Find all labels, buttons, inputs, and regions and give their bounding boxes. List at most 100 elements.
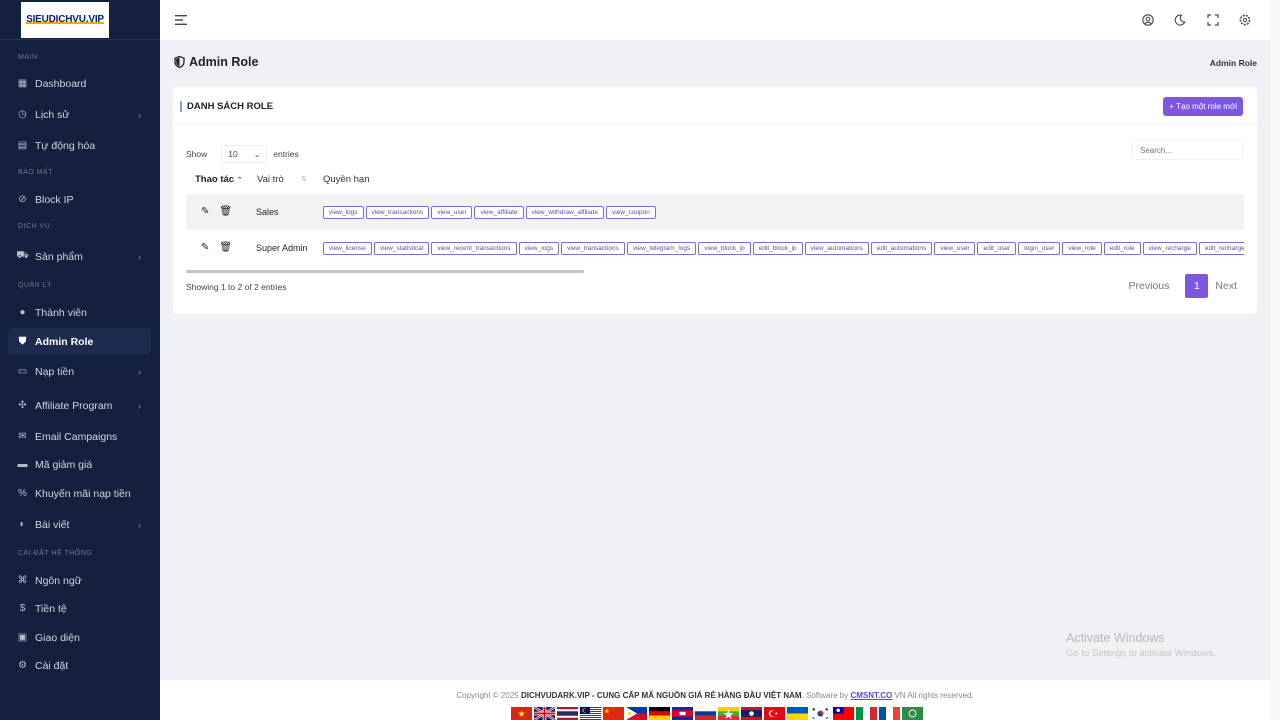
permission-tag: view_recharge [1142, 242, 1197, 255]
create-role-button[interactable]: + Tạo một role mới [1163, 97, 1243, 116]
sidebar-item-products[interactable]: ⛟ Sản phẩm › [8, 243, 151, 270]
footer-copyright: Copyright © 2025 DICHVUDARK.VIP - CUNG C… [160, 691, 1270, 700]
flag-thailand-icon[interactable] [557, 707, 578, 720]
sidebar-item-history[interactable]: ◷ Lịch sử › [8, 101, 151, 128]
section-security: BẢO MẬT [18, 169, 54, 176]
flag-philippines-icon[interactable] [626, 707, 647, 720]
sidebar-item-coupon[interactable]: ▬ Mã giảm giá [8, 451, 151, 478]
sidebar-item-automation[interactable]: ▤ Tự động hóa [8, 132, 151, 159]
flag-korea-icon[interactable] [810, 707, 831, 720]
flag-uk-icon[interactable] [534, 707, 555, 720]
sidebar-item-recharge[interactable]: ▭ Nạp tiền › [8, 358, 151, 385]
logo[interactable]: SIEUDICHVU.VIP [21, 1, 109, 38]
copyright-prefix: Copyright © 2025 [456, 691, 519, 700]
image-icon: ▣ [17, 632, 28, 643]
section-main: MAIN [18, 54, 38, 61]
breadcrumb[interactable]: Admin Role [1210, 58, 1257, 68]
table-row: ✎ 🗑 Sales view_logs view_transactions vi… [186, 194, 1244, 230]
sidebar-item-promo[interactable]: % Khuyến mãi nạp tiền [8, 480, 151, 507]
sidebar-item-settings[interactable]: ⚙ Cài đặt [8, 652, 151, 679]
language-icon: ⌘ [17, 575, 28, 586]
sidebar-item-theme[interactable]: ▣ Giao diện [8, 624, 151, 651]
sidebar-item-label: Affiliate Program [35, 399, 113, 412]
flag-cambodia-icon[interactable] [672, 707, 693, 720]
flag-vietnam-icon[interactable] [511, 707, 532, 720]
column-header-role[interactable]: Vai trò [257, 174, 284, 185]
permission-tag: view_withdraw_affiliate [525, 206, 604, 219]
permission-tag: edit_user [977, 242, 1017, 255]
column-header-actions[interactable]: Thao tác ⌃ [195, 174, 243, 185]
sidebar-item-label: Ngôn ngữ [35, 574, 82, 587]
previous-page-button[interactable]: Previous [1129, 280, 1170, 292]
role-name: Super Admin [256, 243, 308, 253]
permission-tag: view_license [323, 242, 372, 255]
section-manage: QUẢN LÝ [18, 282, 53, 289]
search-input[interactable] [1131, 140, 1243, 160]
flag-ukraine-icon[interactable] [787, 707, 808, 720]
flag-malaysia-icon[interactable] [580, 707, 601, 720]
roles-card: DANH SÁCH ROLE + Tạo một role mới Show 1… [173, 87, 1257, 314]
permission-tag: view_statistical [373, 242, 430, 255]
chevron-right-icon: › [138, 400, 141, 411]
software-by: . Software by [801, 691, 849, 700]
ban-icon: ⊘ [18, 194, 27, 205]
sidebar-item-admin-role[interactable]: ⛊ Admin Role [8, 328, 151, 355]
history-icon: ◷ [18, 109, 27, 120]
sidebar-item-label: Giao diện [35, 631, 80, 644]
sidebar-item-dashboard[interactable]: ▦ Dashboard [8, 70, 151, 97]
permission-tag: view_automations [804, 242, 869, 255]
flag-germany-icon[interactable] [649, 707, 670, 720]
flag-taiwan-icon[interactable] [833, 707, 854, 720]
activate-windows-subtitle: Go to Settings to activate Windows. [1066, 648, 1216, 659]
permission-tag: view_user [934, 242, 976, 255]
flag-turkey-icon[interactable] [764, 707, 785, 720]
sidebar-item-label: Khuyến mãi nạp tiền [35, 487, 131, 500]
copyright-suffix: VN All rights reserved. [894, 691, 974, 700]
flag-laos-icon[interactable] [741, 707, 762, 720]
sidebar-item-label: Admin Role [35, 335, 94, 348]
moon-icon[interactable] [1173, 13, 1187, 27]
flag-italy-icon[interactable] [856, 707, 877, 720]
row-actions: ✎ 🗑 [201, 242, 232, 253]
menu-toggle-icon[interactable] [174, 13, 188, 27]
page-scrollbar[interactable] [1270, 0, 1280, 720]
flag-russia-icon[interactable] [695, 707, 716, 720]
edit-pencil-icon[interactable]: ✎ [201, 206, 209, 217]
user-circle-icon[interactable] [1141, 13, 1155, 27]
sidebar-item-posts[interactable]: ◐ Bài viết › [8, 511, 151, 538]
show-label: Show [186, 149, 208, 159]
next-page-button[interactable]: Next [1215, 280, 1237, 292]
sidebar-item-affiliate[interactable]: ✣ Affiliate Program › [8, 392, 151, 419]
logo-text: SIEUDICHVU.VIP [26, 14, 104, 25]
cmsnt-link[interactable]: CMSNT.CO [850, 691, 892, 700]
sidebar-item-language[interactable]: ⌘ Ngôn ngữ [8, 567, 151, 594]
flag-myanmar-icon[interactable] [718, 707, 739, 720]
sidebar-item-email[interactable]: ✉ Email Campaigns [8, 423, 151, 450]
table-info: Showing 1 to 2 of 2 entries [186, 282, 287, 292]
edit-pencil-icon[interactable]: ✎ [201, 242, 209, 253]
page-1-button[interactable]: 1 [1185, 274, 1209, 298]
sidebar-item-currency[interactable]: $ Tiền tệ [8, 595, 151, 622]
section-service: DỊCH VỤ [18, 223, 51, 230]
trash-icon[interactable]: 🗑 [219, 206, 232, 217]
fullscreen-icon[interactable] [1206, 13, 1220, 27]
sidebar-item-block-ip[interactable]: ⊘ Block IP [8, 186, 151, 213]
chevron-right-icon: › [138, 366, 141, 377]
sidebar-item-label: Email Campaigns [35, 430, 118, 443]
flag-france-icon[interactable] [879, 707, 900, 720]
user-icon: ● [19, 307, 26, 318]
entries-select[interactable]: 10 ⌄ [221, 145, 268, 163]
page-title-text: Admin Role [189, 55, 259, 69]
settings-gear-icon[interactable] [1238, 13, 1252, 27]
trash-icon[interactable]: 🗑 [219, 242, 232, 253]
column-header-label: Quyền hạn [323, 174, 370, 185]
column-header-label: Thao tác [195, 174, 235, 185]
permission-tag: view_transactions [561, 242, 625, 255]
table-horizontal-scrollbar[interactable] [186, 270, 584, 273]
pagination: Previous 1 Next [1129, 274, 1237, 298]
flag-arabic-icon[interactable] [902, 707, 923, 720]
mail-icon: ✉ [18, 431, 27, 442]
sidebar-item-members[interactable]: ● Thành viên [8, 299, 151, 326]
flag-china-icon[interactable] [603, 707, 624, 720]
column-header-permissions[interactable]: Quyền hạn [323, 174, 369, 185]
